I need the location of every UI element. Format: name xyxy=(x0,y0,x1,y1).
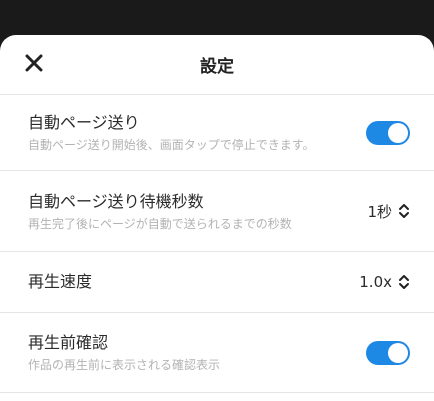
settings-sheet: 設定 自動ページ送り 自動ページ送り開始後、画面タップで停止できます。 自動ペー… xyxy=(0,35,434,401)
close-icon xyxy=(25,54,43,76)
auto-page-wait-label: 自動ページ送り待機秒数 xyxy=(28,191,204,211)
preplay-confirm-toggle[interactable] xyxy=(366,340,410,365)
preplay-confirm-description: 作品の再生前に表示される確認表示 xyxy=(28,358,221,372)
toggle-knob xyxy=(388,122,408,143)
auto-page-wait-stepper[interactable]: 1秒 xyxy=(367,201,410,222)
chevron-up-down-icon xyxy=(398,273,410,291)
auto-page-wait-value: 1秒 xyxy=(367,202,392,221)
page-title: 設定 xyxy=(200,57,234,77)
sheet-header: 設定 xyxy=(0,35,434,95)
close-button[interactable] xyxy=(20,51,48,79)
preplay-confirm-label: 再生前確認 xyxy=(28,333,109,352)
toggle-knob xyxy=(388,342,408,363)
chevron-up-down-icon xyxy=(398,202,410,220)
auto-page-wait-description: 再生完了後にページが自動で送られるまでの秒数 xyxy=(28,216,292,231)
setting-row-playback-speed: 再生速度 1.0x xyxy=(0,252,434,313)
setting-row-auto-page-wait: 自動ページ送り待機秒数 再生完了後にページが自動で送られるまでの秒数 1秒 xyxy=(0,171,434,252)
auto-page-description: 自動ページ送り開始後、画面タップで停止できます。 xyxy=(28,138,315,152)
setting-row-auto-page: 自動ページ送り 自動ページ送り開始後、画面タップで停止できます。 xyxy=(0,95,434,171)
setting-row-preplay-confirm: 再生前確認 作品の再生前に表示される確認表示 xyxy=(0,313,434,393)
playback-speed-stepper[interactable]: 1.0x xyxy=(359,273,410,291)
auto-page-label: 自動ページ送り xyxy=(28,113,140,132)
auto-page-toggle[interactable] xyxy=(366,120,410,145)
playback-speed-value: 1.0x xyxy=(359,273,392,291)
playback-speed-label: 再生速度 xyxy=(28,272,93,291)
